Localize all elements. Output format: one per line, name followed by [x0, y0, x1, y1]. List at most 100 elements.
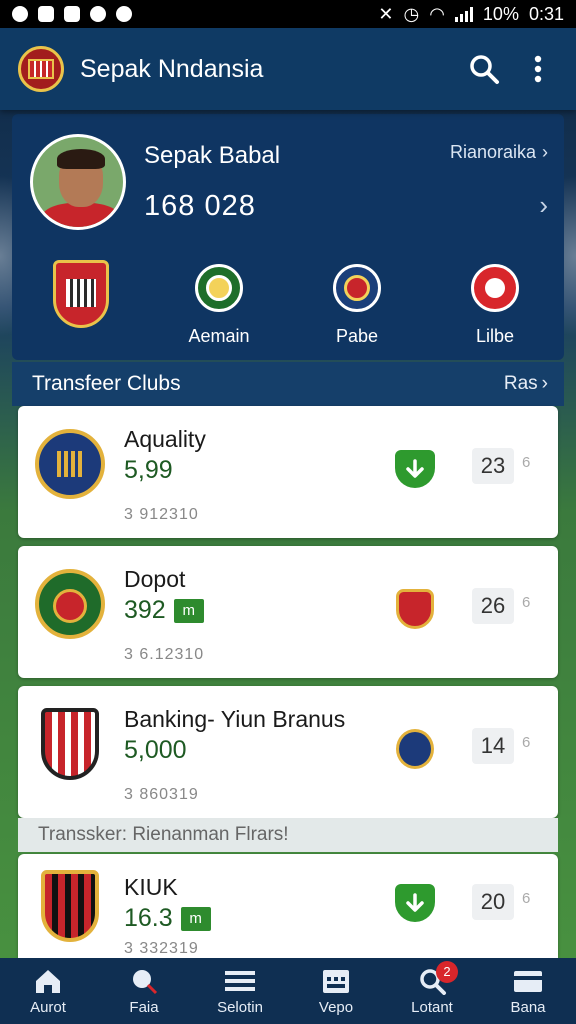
search-button[interactable]	[464, 49, 504, 89]
nav-item-more[interactable]: Bana	[480, 967, 576, 1016]
badge-item[interactable]: Aemain	[159, 260, 279, 350]
avatar	[30, 134, 126, 230]
profile-card[interactable]: Sepak Babal 168 028 Rianoraika › › Aemai…	[12, 114, 564, 360]
profile-link[interactable]: Rianoraika ›	[450, 142, 548, 163]
bottom-nav: Aurot Faia Selotin Vepo 2 Lotant Bana	[0, 958, 576, 1024]
club-value: 5,99	[124, 456, 173, 484]
club-card[interactable]: Banking- Yiun Branus 5,000 3 860319 14 6	[18, 686, 558, 818]
profile-link-label: Rianoraika	[449, 142, 536, 162]
badge-item[interactable]: Lilbe	[435, 260, 555, 350]
trend-badge: m	[180, 906, 211, 931]
status-crest	[394, 728, 436, 770]
notification-badge: 2	[436, 960, 458, 983]
badge-row: Aemain Pabe Lilbe	[12, 260, 564, 350]
nav-item-search[interactable]: Faia	[96, 967, 192, 1016]
chevron-right-icon: ›	[542, 142, 548, 162]
clock: 0:31	[528, 3, 564, 24]
club-value: 16.3	[124, 904, 173, 932]
nav-label: Vepo	[318, 998, 354, 1016]
club-round-icon	[471, 264, 519, 312]
club-small: 6	[522, 734, 531, 751]
badge-label: Pabe	[335, 326, 379, 346]
more-vert-icon	[534, 55, 542, 83]
club-crest	[32, 426, 108, 502]
nav-label: Lotant	[411, 998, 453, 1016]
badge-label: Aemain	[188, 326, 250, 346]
trend-badge: m	[173, 598, 204, 623]
badge-item[interactable]	[21, 260, 141, 350]
section-title: Transsker: Rienanman Flrars!	[38, 824, 289, 845]
club-small: 6	[522, 454, 531, 471]
badge-item[interactable]: Pabe	[297, 260, 417, 350]
profile-score: 168 028	[144, 190, 256, 222]
nav-item-notifications[interactable]: 2 Lotant	[384, 960, 480, 1016]
chevron-right-icon[interactable]: ›	[539, 190, 548, 221]
club-card[interactable]: Dopot 392 m 3 6.12310 26 6	[18, 546, 558, 678]
section-title: Transfeer Clubs	[32, 372, 181, 395]
signal-icon	[454, 6, 473, 22]
app-icon	[64, 6, 80, 22]
status-check-button[interactable]	[394, 448, 436, 490]
club-date: 3 912310	[124, 506, 199, 523]
mute-icon: ✕	[378, 3, 394, 24]
status-right: ✕ ◷ ◠ 10% 0:31	[378, 4, 564, 25]
club-date: 3 860319	[124, 786, 199, 803]
status-left	[12, 6, 132, 22]
club-small: 6	[522, 594, 531, 611]
club-value-row: 16.3 m	[124, 904, 211, 933]
club-shield-icon	[53, 260, 109, 328]
section-link-label: Ras	[503, 373, 538, 394]
club-value-row: 5,000	[124, 736, 187, 765]
chevron-right-icon: ›	[541, 373, 548, 394]
nav-label: Faia	[129, 998, 159, 1016]
wifi-icon: ◠	[429, 3, 445, 24]
club-crest	[32, 566, 108, 642]
nav-label: Bana	[510, 998, 546, 1016]
app-bar: Sepak Nndansia	[0, 28, 576, 110]
club-name: Dopot	[124, 566, 186, 592]
settings-icon	[116, 6, 132, 22]
club-value: 392	[124, 596, 166, 624]
section-header-secondary: Transsker: Rienanman Flrars!	[18, 818, 558, 852]
list-icon	[225, 970, 255, 991]
club-rank: 20	[472, 884, 514, 920]
home-icon	[36, 969, 60, 993]
calendar-icon	[323, 969, 349, 993]
club-date: 3 6.12310	[124, 646, 205, 663]
more-button[interactable]	[518, 49, 558, 89]
club-date: 3 332319	[124, 940, 199, 957]
club-card[interactable]: KIUK 16.3 m 3 332319 20 6	[18, 854, 558, 958]
notification-icon	[12, 6, 28, 22]
card-icon	[514, 970, 542, 992]
club-rank: 26	[472, 588, 514, 624]
badge-label: Lilbe	[475, 326, 515, 346]
search-icon	[470, 55, 499, 84]
app-logo	[18, 46, 64, 92]
gallery-icon	[38, 6, 54, 22]
club-crest-icon	[396, 589, 434, 629]
status-check-button[interactable]	[394, 882, 436, 924]
club-name: Aquality	[124, 426, 206, 452]
nav-item-home[interactable]: Aurot	[0, 967, 96, 1016]
club-rank: 23	[472, 448, 514, 484]
nav-label: Aurot	[30, 998, 66, 1016]
club-value: 5,000	[124, 736, 187, 764]
club-round-icon	[333, 264, 381, 312]
club-crest	[32, 868, 108, 944]
club-rank: 14	[472, 728, 514, 764]
club-value-row: 5,99	[124, 456, 173, 485]
app-title: Sepak Nndansia	[80, 54, 264, 83]
club-card[interactable]: Aquality 5,99 3 912310 23 6	[18, 406, 558, 538]
check-down-icon	[395, 450, 435, 488]
messenger-icon	[90, 6, 106, 22]
section-link[interactable]: Ras ›	[504, 373, 548, 395]
club-name: Banking- Yiun Branus	[124, 706, 346, 732]
club-round-icon	[195, 264, 243, 312]
club-crest	[32, 706, 108, 782]
club-name: KIUK	[124, 874, 178, 900]
club-small: 6	[522, 890, 531, 907]
section-header-transfer-clubs: Transfeer Clubs Ras ›	[12, 362, 564, 406]
battery-percent: 10%	[482, 3, 519, 24]
nav-item-calendar[interactable]: Vepo	[288, 967, 384, 1016]
nav-item-selection[interactable]: Selotin	[192, 967, 288, 1016]
